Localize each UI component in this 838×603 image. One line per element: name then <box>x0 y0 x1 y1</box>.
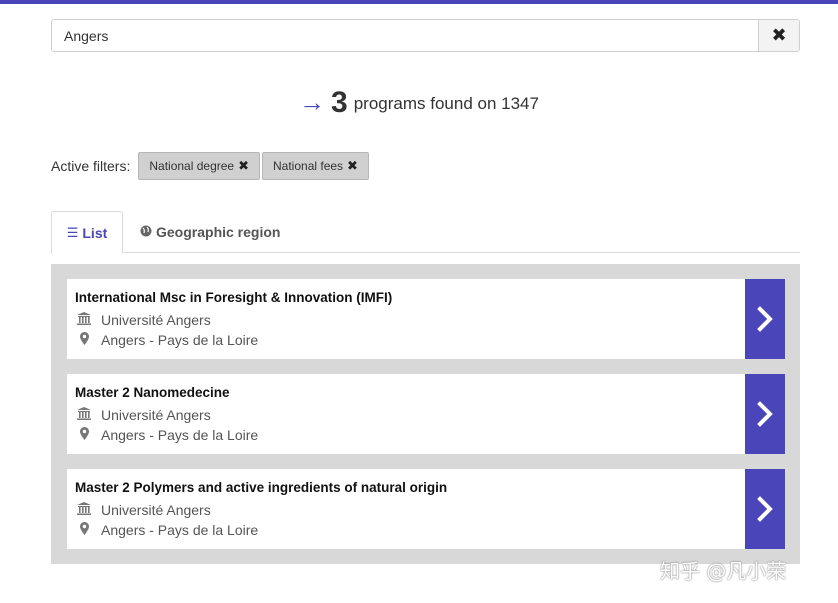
program-institution: Université Angers <box>75 500 447 520</box>
chevron-right-icon <box>757 496 773 522</box>
chevron-right-icon <box>757 401 773 427</box>
location-name: Angers - Pays de la Loire <box>101 332 259 348</box>
remove-filter-icon[interactable]: ✖ <box>238 158 249 174</box>
results-count: → 3 programs found on 1347 <box>0 86 838 120</box>
program-title[interactable]: International Msc in Foresight & Innovat… <box>75 290 392 305</box>
search-input[interactable] <box>52 20 758 51</box>
institution-name: Université Angers <box>101 407 211 423</box>
remove-filter-icon[interactable]: ✖ <box>347 158 358 174</box>
open-program-button[interactable] <box>745 374 785 454</box>
program-institution: Université Angers <box>75 405 258 425</box>
institution-name: Université Angers <box>101 502 211 518</box>
tab-geographic-region[interactable]: Geographic region <box>140 211 280 253</box>
filter-chip-national-fees[interactable]: National fees ✖ <box>262 152 369 180</box>
active-filters-label: Active filters: <box>51 158 131 174</box>
results-number: 3 <box>331 86 348 119</box>
close-icon: ✖ <box>771 25 787 45</box>
program-title[interactable]: Master 2 Polymers and active ingredients… <box>75 480 447 495</box>
map-marker-icon <box>75 522 93 538</box>
clear-search-button[interactable]: ✖ <box>758 20 799 51</box>
program-location: Angers - Pays de la Loire <box>75 425 258 445</box>
chevron-right-icon <box>757 306 773 332</box>
search-bar: ✖ <box>51 19 800 52</box>
program-title[interactable]: Master 2 Nanomedecine <box>75 385 258 400</box>
program-location: Angers - Pays de la Loire <box>75 330 392 350</box>
arrow-right-icon: → <box>299 87 326 117</box>
list-icon: ☰ <box>66 224 79 240</box>
results-text: programs found on 1347 <box>353 94 539 113</box>
program-location: Angers - Pays de la Loire <box>75 520 447 540</box>
institution-icon <box>75 502 93 518</box>
list-item[interactable]: Master 2 Polymers and active ingredients… <box>67 469 785 549</box>
top-accent-bar <box>0 0 838 4</box>
map-marker-icon <box>75 427 93 443</box>
results-list: International Msc in Foresight & Innovat… <box>51 264 800 564</box>
watermark: 知乎 @凡小荣 <box>660 559 787 583</box>
tab-label: Geographic region <box>156 224 281 240</box>
institution-name: Université Angers <box>101 312 211 328</box>
institution-icon <box>75 407 93 423</box>
location-name: Angers - Pays de la Loire <box>101 522 259 538</box>
tab-label: List <box>82 224 108 241</box>
list-item[interactable]: International Msc in Foresight & Innovat… <box>67 279 785 359</box>
institution-icon <box>75 312 93 328</box>
location-name: Angers - Pays de la Loire <box>101 427 259 443</box>
tab-list[interactable]: ☰ List <box>51 211 123 254</box>
filter-chip-label: National degree <box>149 159 235 173</box>
program-institution: Université Angers <box>75 310 392 330</box>
filter-chip-label: National fees <box>273 159 344 173</box>
globe-icon <box>140 225 152 240</box>
filter-chip-national-degree[interactable]: National degree ✖ <box>138 152 260 180</box>
list-item[interactable]: Master 2 Nanomedecine Université Angers … <box>67 374 785 454</box>
view-tabs: ☰ List Geographic region <box>51 211 800 254</box>
map-marker-icon <box>75 332 93 348</box>
open-program-button[interactable] <box>745 279 785 359</box>
active-filters: Active filters: National degree ✖ Nation… <box>51 151 371 181</box>
open-program-button[interactable] <box>745 469 785 549</box>
